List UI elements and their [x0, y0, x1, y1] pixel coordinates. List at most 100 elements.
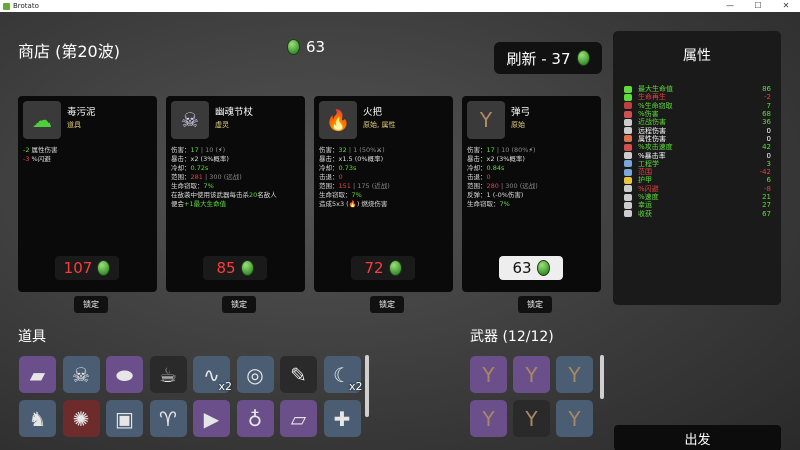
armor-icon: [624, 176, 632, 184]
card-type: 道具: [67, 121, 81, 129]
card-info: 毒污泥 道具: [67, 101, 96, 139]
reroll-label: 刷新 - 37: [506, 49, 571, 68]
stat-value: 67: [762, 209, 771, 218]
stat-segment: 生命窃取：: [171, 182, 204, 190]
item-slot[interactable]: ▰: [19, 356, 56, 393]
shop-card[interactable]: ☁ 毒污泥 道具 -2 属性伤害 -3 %闪避 107: [18, 96, 157, 292]
shop-card[interactable]: 🔥 火把 原始, 属性 伤害：32 | 1 (50%⚔) 暴击：x1.5 (0%概率) 冷…: [314, 96, 453, 292]
minimize-button[interactable]: —: [716, 0, 744, 12]
shop-card[interactable]: ☠ 幽魂节杖 虚灵 伤害：17 | 10 (⚡) 暴击：x2 (3%概率) 冷却：0.72…: [166, 96, 305, 292]
item-slot[interactable]: ✎: [280, 356, 317, 393]
price-button[interactable]: 63: [499, 256, 563, 280]
item-slot[interactable]: ▱: [280, 400, 317, 437]
weapons-scrollbar[interactable]: [600, 355, 604, 399]
lock-button[interactable]: 锁定: [518, 296, 552, 313]
item-slot[interactable]: ☕: [149, 356, 187, 393]
card-type: 原始, 属性: [363, 121, 396, 129]
weapon-slot[interactable]: Y: [513, 356, 550, 393]
weapon-slot[interactable]: Y: [470, 400, 507, 437]
price-value: 63: [512, 259, 532, 277]
card-stat-line: 范围：151 | 175 (近战): [319, 182, 448, 191]
stat-value: 0: [766, 134, 771, 143]
card-info: 幽魂节杖 虚灵: [215, 101, 253, 139]
dodge-icon: [624, 185, 632, 193]
shop-card[interactable]: Y 弹弓 原始 伤害：17 | 10 (80%⚡) 暴击：x2 (3%概率) 冷却：0.8…: [462, 96, 601, 292]
card-info: 火把 原始, 属性: [363, 101, 395, 139]
slingshot-icon: Y: [482, 406, 495, 431]
stat-segment: ): [222, 146, 226, 154]
item-slot[interactable]: ∿ x2: [193, 356, 232, 393]
pirate-skull-icon: ☠: [72, 362, 90, 387]
card-stat-line: 生命窃取：7%: [467, 200, 596, 209]
card-header: Y 弹弓 原始: [467, 101, 596, 139]
stat-segment: 便会: [171, 200, 184, 208]
item-slot[interactable]: ▶: [193, 400, 230, 437]
item-slot[interactable]: ▣: [106, 400, 143, 437]
price-button[interactable]: 85: [203, 256, 267, 280]
heart-icon: [624, 85, 632, 93]
price-button[interactable]: 72: [351, 256, 415, 280]
crit-icon: [624, 152, 632, 160]
torch-icon-glyph: 🔥: [325, 108, 351, 132]
stat-segment: 0.73s: [338, 164, 357, 172]
stat-segment: 属性伤害: [29, 146, 58, 154]
range-icon: [624, 168, 632, 176]
weapon-slot[interactable]: Y: [556, 400, 593, 437]
item-slot[interactable]: ◎: [236, 356, 274, 393]
stat-segment: 17: [486, 146, 495, 154]
card-stat-line: 反弹：1 (-0%伤害): [467, 191, 596, 200]
syringe-icon: ✎: [290, 362, 307, 387]
slingshot-icon: Y: [568, 362, 581, 387]
weapon-slot[interactable]: Y: [556, 356, 593, 393]
lock-button[interactable]: 锁定: [370, 296, 404, 313]
items-scrollbar[interactable]: [365, 355, 369, 417]
go-button[interactable]: 出发: [614, 425, 781, 450]
stat-value: 7: [766, 101, 771, 110]
maximize-button[interactable]: ☐: [744, 0, 772, 12]
card-name: 弹弓: [511, 107, 531, 118]
stat-segment: 🔥: [348, 200, 357, 208]
card-stat-line: 暴击：x1.5 (0%概率): [319, 155, 448, 164]
item-slot[interactable]: ✺: [62, 400, 100, 437]
stat-value: 68: [762, 110, 771, 119]
weapon-slot[interactable]: Y: [470, 356, 507, 393]
stat-segment: 32: [338, 146, 347, 154]
lock-button[interactable]: 锁定: [222, 296, 256, 313]
card-stat-line: 伤害：17 | 10 (⚡): [171, 146, 300, 155]
item-slot[interactable]: ♁: [236, 400, 274, 437]
item-slot[interactable]: ✚: [323, 400, 361, 437]
card-header: ☁ 毒污泥 道具: [23, 101, 152, 139]
card-stats: 伤害：17 | 10 (80%⚡) 暴击：x2 (3%概率) 冷却：0.84s 击退：…: [467, 146, 596, 209]
lock-button[interactable]: 锁定: [74, 296, 108, 313]
item-slot[interactable]: ☠: [62, 356, 100, 393]
stat-segment: +1最大生命值: [184, 200, 227, 208]
bandage-icon: ▱: [290, 406, 307, 431]
item-slot[interactable]: ♞: [19, 400, 56, 437]
reroll-button[interactable]: 刷新 - 37: [494, 42, 602, 74]
stat-segment: 7%: [351, 191, 362, 199]
window-title: Brotato: [13, 2, 39, 10]
weapon-slot[interactable]: Y: [513, 400, 550, 437]
stat-value: 3: [766, 159, 771, 168]
weapons-title: 武器 (12/12): [470, 329, 554, 345]
item-slot[interactable]: ♈: [149, 400, 187, 437]
price-button[interactable]: 107: [55, 256, 119, 280]
stat-value: -8: [764, 184, 771, 193]
card-stats: 伤害：17 | 10 (⚡) 暴击：x2 (3%概率) 冷却：0.72s 范围：281…: [171, 146, 300, 209]
card-stats: -2 属性伤害 -3 %闪避: [23, 146, 152, 164]
prism-icon: ▶: [203, 406, 220, 431]
item-slot[interactable]: ☾ x2: [323, 356, 363, 393]
stat-segment: 范围：: [171, 173, 191, 181]
game-screen: 商店 (第20波) 63 刷新 - 37 ☁ 毒污泥 道具 -2 属性伤害 -3 %闪避…: [0, 12, 800, 450]
card-type: 原始: [511, 121, 525, 129]
close-button[interactable]: ✕: [772, 0, 800, 12]
item-slot[interactable]: ⬬: [106, 356, 143, 393]
stat-value: 0: [766, 126, 771, 135]
card-stat-line: 范围：281 | 300 (远战): [171, 173, 300, 182]
medkit-icon: ✚: [333, 406, 351, 431]
material-coin-icon: [536, 260, 550, 276]
stat-segment: 在敌袭中使用该武器每击杀: [171, 191, 249, 199]
stat-segment: 暴击：x2 (3%概率): [467, 155, 525, 163]
stat-segment: | 1 (50%: [346, 146, 377, 154]
stat-segment: 0: [338, 173, 343, 181]
